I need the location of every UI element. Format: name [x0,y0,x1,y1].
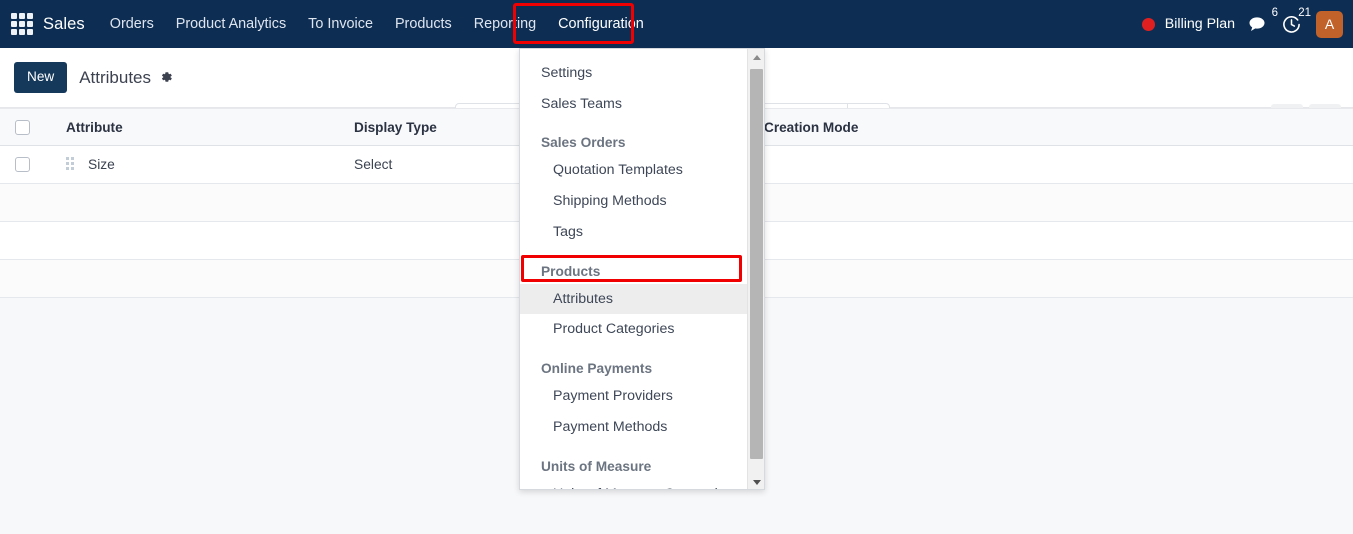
new-button[interactable]: New [14,62,68,93]
user-avatar[interactable]: A [1316,10,1343,38]
menu-spacer [520,345,747,352]
menu-item-payment-providers[interactable]: Payment Providers [520,381,747,412]
menu-item-settings[interactable]: Settings [520,58,747,89]
menu-item-units-of-measure-categories[interactable]: Units of Measure Categories [520,479,747,489]
row-creation-mode-cell [764,183,1353,222]
row-attribute-cell [44,221,354,260]
row-checkbox-cell [0,145,44,184]
activities-button[interactable]: 21 [1282,7,1311,34]
nav-item-orders[interactable]: Orders [99,11,165,37]
menu-spacer [520,443,747,450]
menu-section-units-of-measure: Units of Measure [541,458,652,474]
menu-item-product-categories[interactable]: Product Categories [520,314,747,345]
messages-button[interactable]: 6 [1248,7,1278,32]
menu-spacer [520,119,747,126]
row-checkbox-cell [0,221,44,260]
nav-item-reporting[interactable]: Reporting [463,11,547,37]
menu-item-payment-methods[interactable]: Payment Methods [520,412,747,443]
row-creation-mode-cell [764,145,1353,184]
navbar-right-cluster: Billing Plan 6 21 A [1141,0,1343,48]
chat-bubble-icon [1249,17,1265,31]
configuration-dropdown-menu: Settings Sales Teams Sales Orders Quotat… [519,48,765,490]
nav-item-product-analytics[interactable]: Product Analytics [165,11,297,37]
header-creation-mode-label: Creation Mode [764,119,859,135]
row-attribute-value: Size [88,157,115,172]
menu-item-attributes[interactable]: Attributes [520,283,747,315]
breadcrumb-title: Attributes [79,67,152,87]
status-indicator-dot [1141,17,1155,31]
row-creation-mode-cell [764,259,1353,298]
nav-item-to-invoice[interactable]: To Invoice [297,11,384,37]
row-checkbox-cell [0,259,44,298]
scroll-up-arrow-icon[interactable] [748,49,764,66]
scroll-down-arrow-icon[interactable] [748,474,764,489]
menu-section-products: Products [541,263,601,279]
activities-count-badge: 21 [1298,6,1311,19]
row-checkbox-cell [0,183,44,222]
gear-icon[interactable] [159,70,173,87]
menu-item-shipping-methods[interactable]: Shipping Methods [520,186,747,217]
dropdown-scrollbar[interactable] [747,49,764,489]
row-attribute-cell [44,259,354,298]
select-all-checkbox[interactable] [15,119,30,135]
row-attribute-cell [44,183,354,222]
menu-item-sales-teams[interactable]: Sales Teams [520,89,747,120]
dropdown-items-container: Settings Sales Teams Sales Orders Quotat… [520,49,747,489]
top-navbar: Sales Orders Product Analytics To Invoic… [0,0,1353,48]
messages-count-badge: 6 [1271,7,1278,19]
billing-plan-link[interactable]: Billing Plan [1165,16,1235,32]
app-brand-sales[interactable]: Sales [43,15,85,34]
apps-grid-icon[interactable] [11,13,33,35]
menu-spacer [520,248,747,255]
row-attribute-cell: Size [44,145,354,184]
menu-section-sales-orders: Sales Orders [541,135,626,151]
scrollbar-thumb[interactable] [750,69,763,459]
nav-item-products[interactable]: Products [384,11,463,37]
header-creation-mode[interactable]: Creation Mode [764,108,1353,146]
menu-item-tags[interactable]: Tags [520,217,747,248]
menu-item-quotation-templates[interactable]: Quotation Templates [520,155,747,186]
header-attribute[interactable]: Attribute [44,108,354,146]
menu-section-online-payments: Online Payments [541,361,653,377]
drag-handle-icon[interactable] [66,157,74,170]
nav-item-configuration[interactable]: Configuration [547,11,655,37]
header-select-all [0,108,44,146]
row-creation-mode-cell [764,221,1353,260]
row-select-checkbox[interactable] [15,157,30,173]
header-attribute-label: Attribute [66,119,123,135]
odoo-sales-attributes-page: Sales Orders Product Analytics To Invoic… [0,0,1353,534]
